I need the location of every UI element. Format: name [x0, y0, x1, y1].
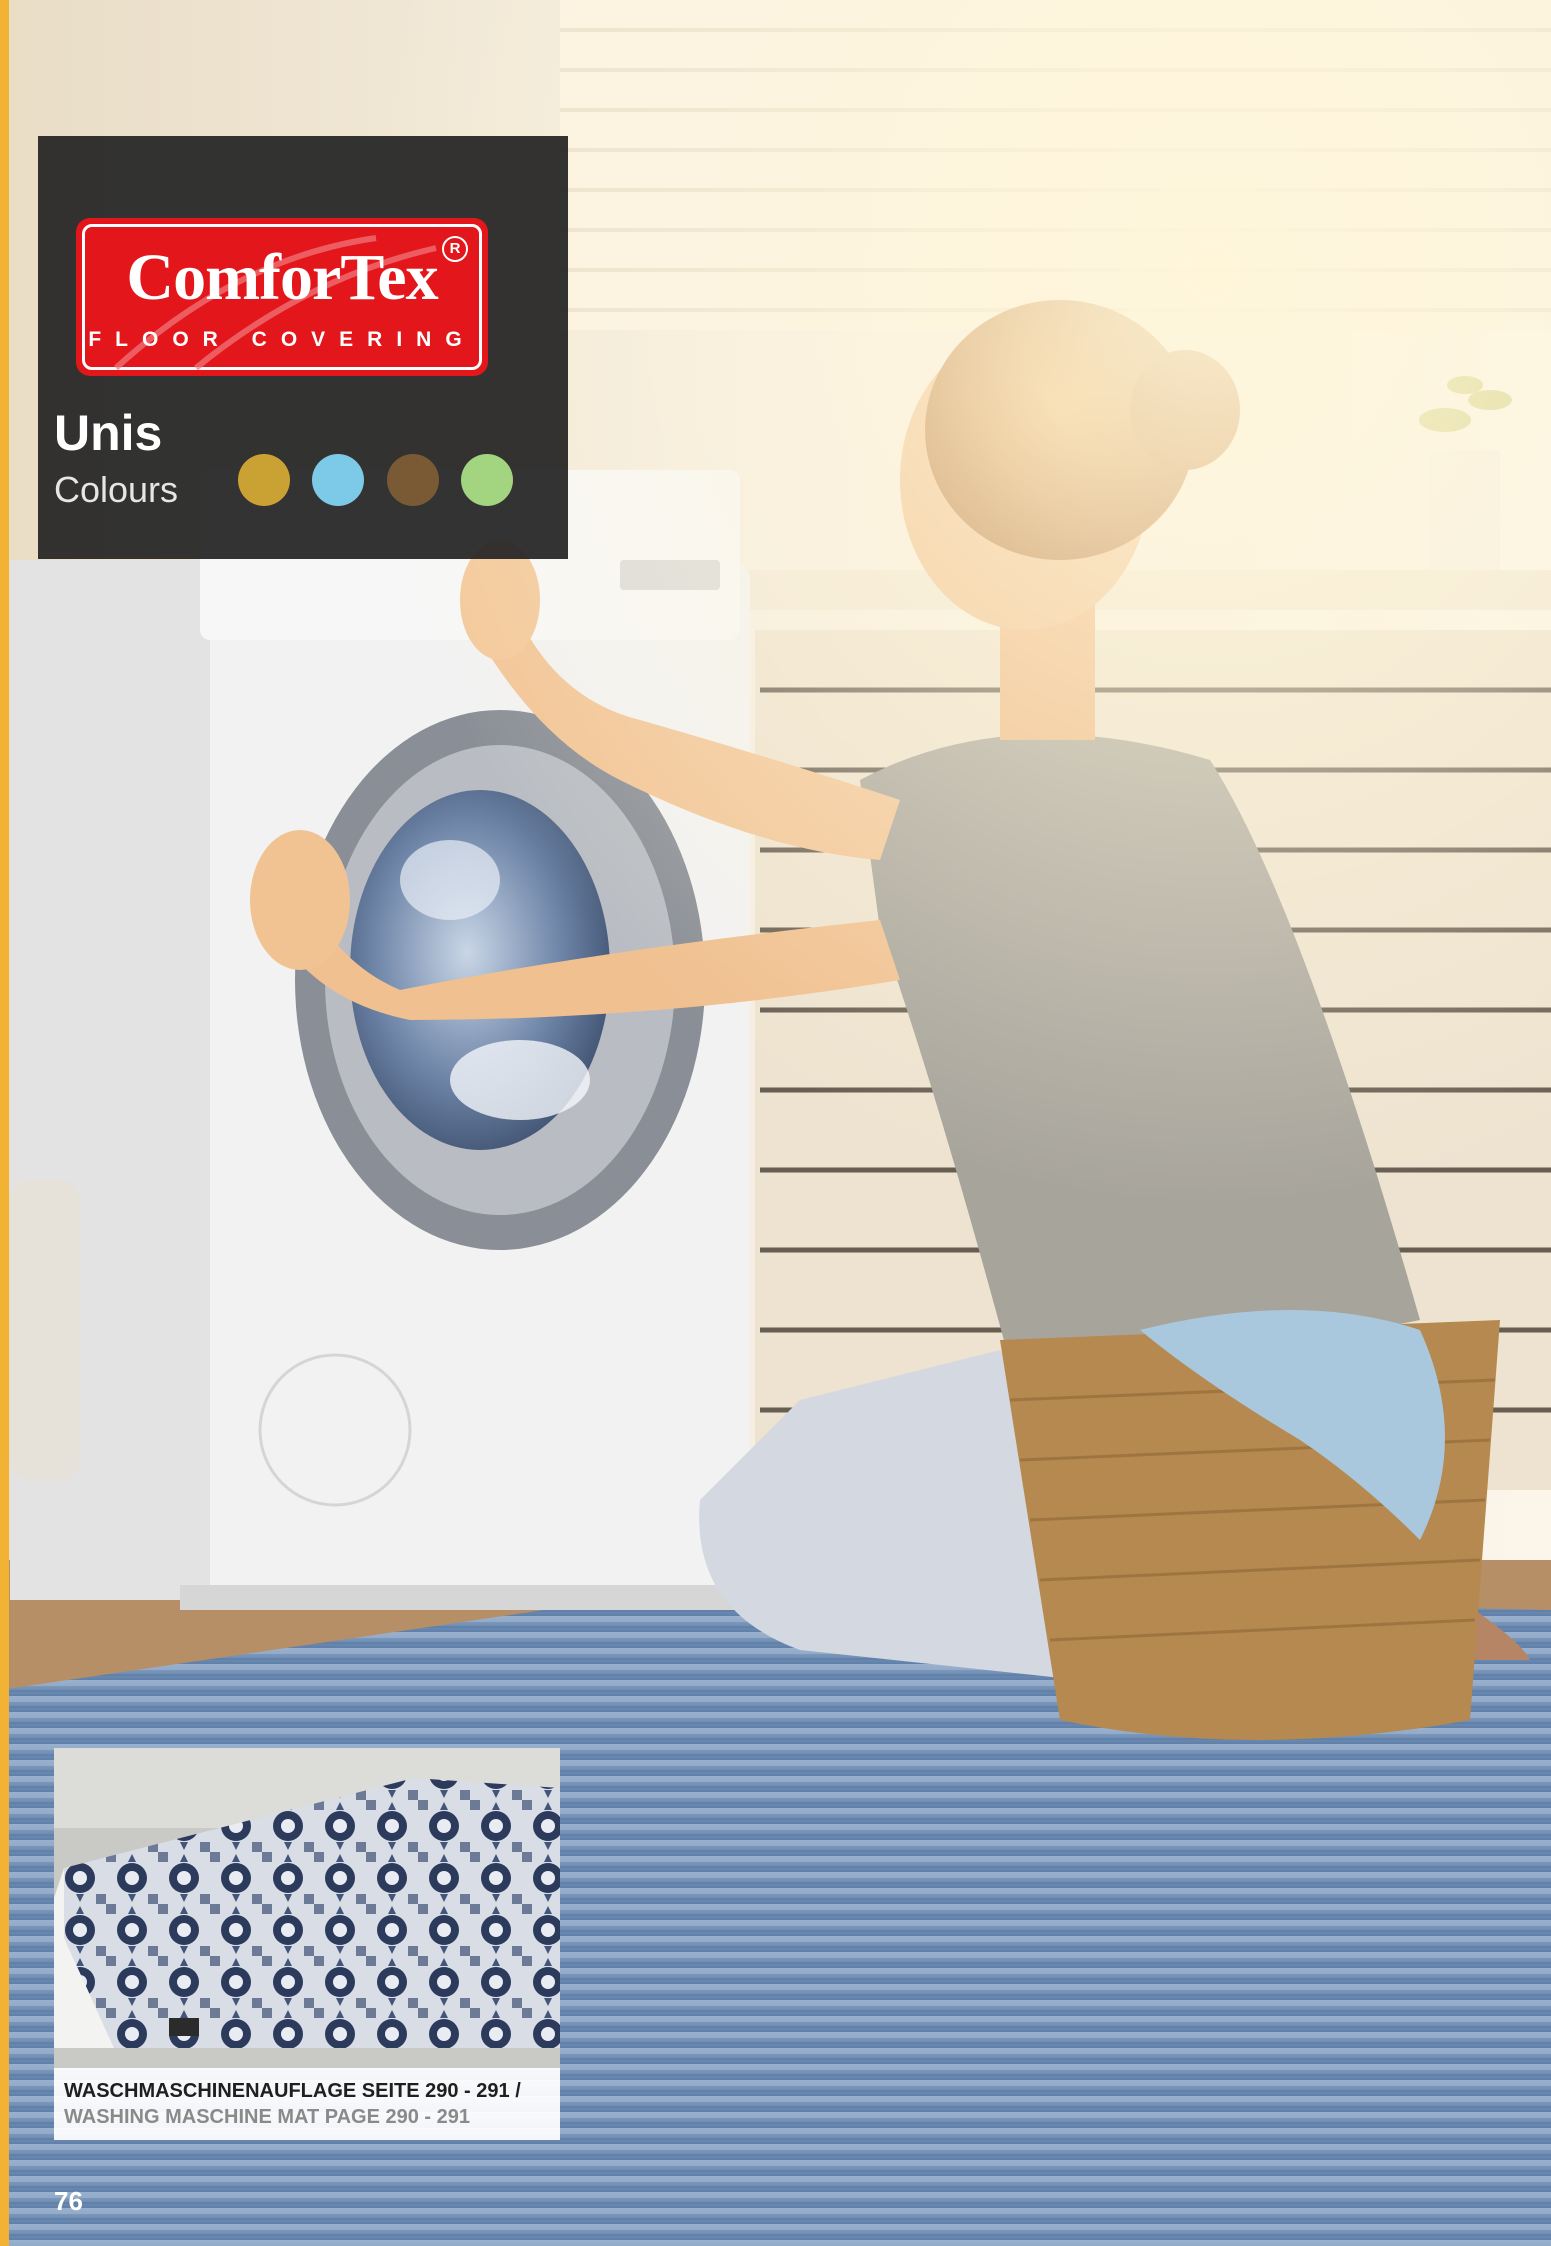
- swatch-green: [461, 454, 514, 506]
- swatch-brown: [386, 454, 439, 506]
- swatch-gold: [238, 454, 290, 506]
- catalog-page: ComforTex R FLOOR COVERING Unis Colours: [0, 0, 1551, 2246]
- range-title: Unis: [54, 405, 163, 461]
- comfortex-logo: ComforTex R FLOOR COVERING: [76, 218, 488, 376]
- yellow-edge-bar: [0, 0, 9, 2246]
- range-subtitle: Colours: [54, 469, 179, 510]
- swatch-light-blue: [312, 454, 365, 506]
- brand-panel: ComforTex R FLOOR COVERING Unis Colours: [38, 136, 568, 559]
- brand-tagline: FLOOR COVERING: [88, 328, 476, 351]
- inset-washing-mat: WASCHMASCHINENAUFLAGE SEITE 290 - 291 / …: [54, 1748, 560, 2140]
- page-number: 76: [54, 2186, 83, 2216]
- colour-swatches: [238, 454, 531, 508]
- brand-name: ComforTex: [126, 241, 438, 314]
- registered-mark: R: [442, 236, 468, 262]
- caption-english: WASHING MASCHINE MAT PAGE 290 - 291: [64, 2106, 470, 2128]
- caption-german: WASCHMASCHINENAUFLAGE SEITE 290 - 291 /: [64, 2080, 521, 2102]
- inset-caption: WASCHMASCHINENAUFLAGE SEITE 290 - 291 / …: [54, 2068, 560, 2140]
- inset-photo-mosaic-mat: [54, 1748, 560, 2068]
